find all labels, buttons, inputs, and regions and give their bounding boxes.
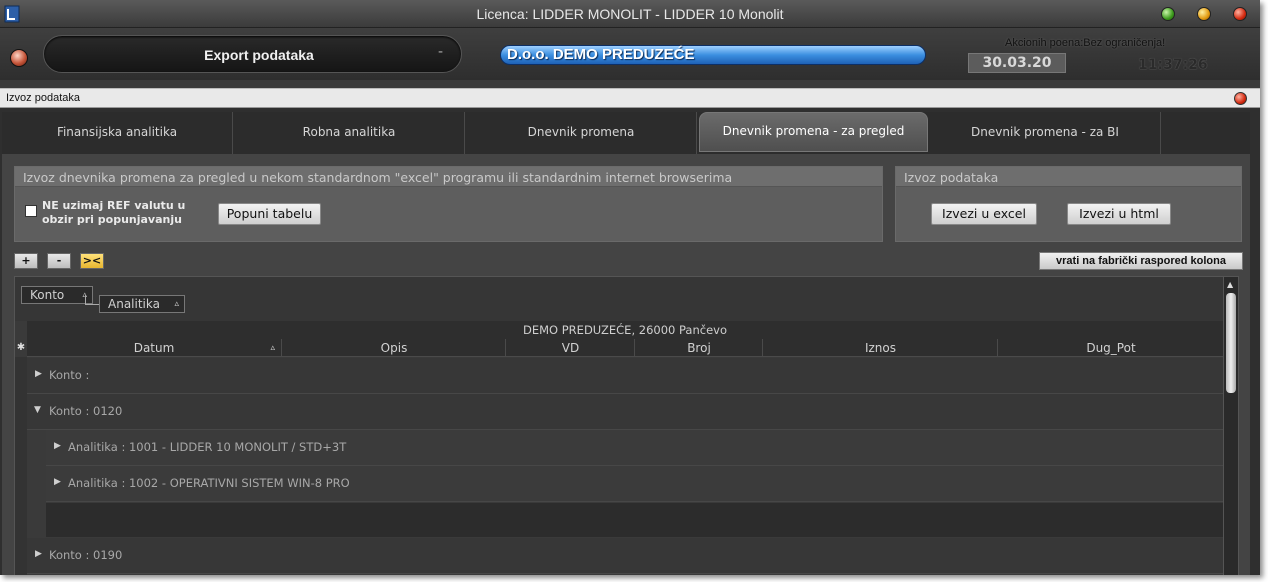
export-data-panel: Izvoz podataka Izvezi u excel Izvezi u h… xyxy=(895,166,1242,242)
subgroup-row-label: Analitika : 1002 - OPERATIVNI SISTEM WIN… xyxy=(68,476,350,490)
fill-table-button[interactable]: Popuni tabelu xyxy=(218,203,321,225)
subgroup-row[interactable]: ▶ Analitika : 1001 - LIDDER 10 MONOLIT /… xyxy=(46,430,1223,466)
group-row-label: Konto : 0120 xyxy=(49,404,123,418)
module-dash: - xyxy=(438,44,444,60)
column-headers: Datum ▵ Opis VD Broj Iznos Dug_Pot xyxy=(27,339,1223,357)
export-html-button[interactable]: Izvezi u html xyxy=(1067,203,1171,225)
company-name: D.o.o. DEMO PREDUZEĆE xyxy=(507,46,695,63)
column-header-opis[interactable]: Opis xyxy=(283,339,506,357)
row-gutter xyxy=(15,357,27,575)
group-row[interactable]: ▼ Konto : 0120 xyxy=(27,394,1223,430)
inner-window-titlebar: Izvoz podataka xyxy=(0,88,1260,108)
scroll-up-icon[interactable]: ▲ xyxy=(1227,280,1233,289)
expand-all-button[interactable]: + xyxy=(14,253,38,269)
sort-asc-icon: ▵ xyxy=(270,343,275,353)
tab-content: Izvoz dnevnika promena za pregled u neko… xyxy=(2,154,1250,575)
subgroup-row-label: Analitika : 1001 - LIDDER 10 MONOLIT / S… xyxy=(68,440,347,454)
scroll-thumb[interactable] xyxy=(1226,293,1236,393)
column-header-broj[interactable]: Broj xyxy=(636,339,763,357)
ref-currency-label: NE uzimaj REF valutu u obzir pri popunja… xyxy=(42,199,185,227)
group-chip-analitika-label: Analitika xyxy=(108,297,160,311)
date-display: 30.03.20 xyxy=(968,53,1066,73)
column-header-iznos[interactable]: Iznos xyxy=(764,339,998,357)
export-options-panel: Izvoz dnevnika promena za pregled u neko… xyxy=(14,166,883,242)
vertical-scrollbar[interactable]: ▲ xyxy=(1223,277,1238,575)
inner-window-title: Izvoz podataka xyxy=(6,92,80,104)
menu-orb-icon[interactable] xyxy=(10,49,28,67)
time-display: 11:37:26 xyxy=(1138,57,1208,73)
sort-asc-icon: ▵ xyxy=(174,299,179,309)
collapse-arrow-icon[interactable]: ▼ xyxy=(34,405,41,415)
close-button[interactable] xyxy=(1233,7,1247,21)
export-data-header: Izvoz podataka xyxy=(896,167,1241,187)
export-excel-button[interactable]: Izvezi u excel xyxy=(931,203,1037,225)
tab-dnevnik-promena-za-pregled[interactable]: Dnevnik promena - za pregled xyxy=(699,112,928,152)
group-row-label: Konto : xyxy=(49,368,90,382)
export-data-title: Izvoz podataka xyxy=(904,170,999,185)
group-connector xyxy=(85,295,99,305)
window-title: Licenca: LIDDER MONOLIT - LIDDER 10 Mono… xyxy=(476,6,784,22)
export-options-title: Izvoz dnevnika promena za pregled u neko… xyxy=(23,170,733,185)
ref-currency-label-line1: NE uzimaj REF valutu u xyxy=(42,199,186,212)
promo-text: Akcionih poena:Bez ograničenja! xyxy=(1005,37,1166,49)
tab-robna-analitika[interactable]: Robna analitika xyxy=(234,112,465,154)
column-header-datum-label: Datum xyxy=(133,341,175,355)
subgroup-row[interactable]: ▶ Analitika : 1002 - OPERATIVNI SISTEM W… xyxy=(46,466,1223,502)
inner-close-icon[interactable] xyxy=(1234,92,1247,105)
ref-currency-checkbox[interactable] xyxy=(25,205,37,217)
app-window: Licenca: LIDDER MONOLIT - LIDDER 10 Mono… xyxy=(0,0,1260,575)
company-bar: D.o.o. DEMO PREDUZEĆE xyxy=(500,45,926,65)
expand-arrow-icon[interactable]: ▶ xyxy=(35,369,42,379)
new-row-star-icon[interactable]: ✱ xyxy=(15,339,27,357)
expand-arrow-icon[interactable]: ▶ xyxy=(35,549,42,559)
group-row[interactable]: ▶ Konto : 0190 xyxy=(27,538,1223,574)
expand-arrow-icon[interactable]: ▶ xyxy=(54,441,61,451)
tab-dnevnik-promena-za-bi[interactable]: Dnevnik promena - za BI xyxy=(930,112,1161,154)
group-chip-konto[interactable]: Konto ▵ xyxy=(21,286,93,304)
export-options-header: Izvoz dnevnika promena za pregled u neko… xyxy=(15,167,882,187)
title-bar: Licenca: LIDDER MONOLIT - LIDDER 10 Mono… xyxy=(0,0,1260,28)
module-label: Export podataka xyxy=(204,47,314,63)
group-footer xyxy=(46,503,1223,537)
maximize-button[interactable] xyxy=(1197,7,1211,21)
fit-columns-button[interactable]: >< xyxy=(80,253,104,269)
minimize-button[interactable] xyxy=(1161,7,1175,21)
column-header-dug-pot[interactable]: Dug_Pot xyxy=(999,339,1223,357)
group-row[interactable]: ▶ Konto : xyxy=(27,358,1223,394)
inner-window: Finansijska analitika Robna analitika Dn… xyxy=(0,108,1260,575)
column-header-vd[interactable]: VD xyxy=(507,339,635,357)
reset-columns-button[interactable]: vrati na fabrički raspored kolona xyxy=(1039,252,1243,270)
group-row-label: Konto : 0190 xyxy=(49,548,123,562)
tab-finansijska-analitika[interactable]: Finansijska analitika xyxy=(2,112,233,154)
tab-dnevnik-promena[interactable]: Dnevnik promena xyxy=(466,112,697,154)
data-grid: Konto ▵ Analitika ▵ DEMO PREDUZEĆE, 2600… xyxy=(14,276,1239,575)
group-by-area: Konto ▵ Analitika ▵ xyxy=(15,277,1223,321)
grid-banner: DEMO PREDUZEĆE, 26000 Pančevo xyxy=(27,321,1223,339)
ref-currency-label-line2: obzir pri popunjavanju xyxy=(42,213,182,226)
module-selector[interactable]: Export podataka - xyxy=(43,35,462,73)
expand-arrow-icon[interactable]: ▶ xyxy=(54,477,61,487)
column-header-datum[interactable]: Datum ▵ xyxy=(27,339,282,357)
tab-bar: Finansijska analitika Robna analitika Dn… xyxy=(2,112,1250,154)
collapse-all-button[interactable]: - xyxy=(47,253,71,269)
group-chip-konto-label: Konto xyxy=(30,288,65,302)
group-chip-analitika[interactable]: Analitika ▵ xyxy=(99,295,185,313)
app-header: Export podataka - D.o.o. DEMO PREDUZEĆE … xyxy=(0,28,1260,80)
